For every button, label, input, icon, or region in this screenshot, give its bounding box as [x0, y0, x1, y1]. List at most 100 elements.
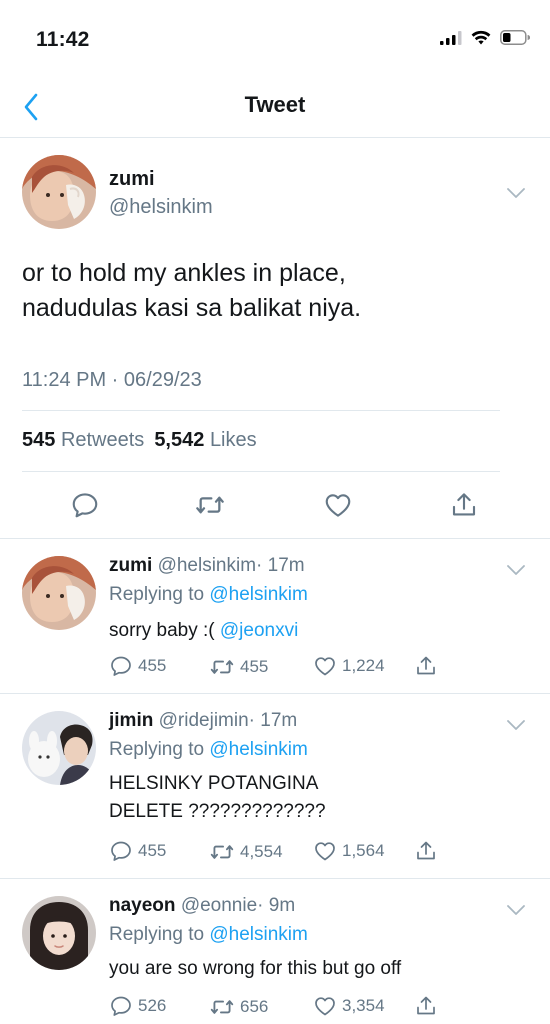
share-button[interactable] — [414, 839, 438, 863]
tweet-stats: 545 Retweets 5,542 Likes — [22, 429, 257, 452]
tweet-text-line: or to hold my ankles in place, — [22, 259, 346, 287]
chevron-down-icon[interactable] — [505, 718, 527, 732]
reply-count: 526 — [138, 996, 167, 1015]
avatar[interactable] — [22, 155, 96, 229]
reply-button[interactable]: 455 — [109, 654, 166, 678]
retweet-button[interactable]: 455 — [209, 654, 268, 680]
reply-count: 455 — [138, 841, 167, 860]
like-icon — [313, 839, 337, 863]
reply-actions: 455 4,554 1,564 — [109, 839, 529, 865]
likes-count: 5,542 — [154, 429, 205, 451]
reply-tweet[interactable]: jimin @ridejimin· 17m Replying to @helsi… — [0, 693, 550, 878]
author-handle[interactable]: @ridejimin — [159, 710, 249, 731]
reply-icon — [70, 490, 100, 520]
avatar[interactable] — [22, 711, 96, 785]
status-bar: 11:42 — [0, 0, 550, 78]
reply-header: jimin @ridejimin· 17m — [109, 710, 297, 732]
replying-to-link[interactable]: @helsinkim — [209, 924, 307, 945]
reply-tweet[interactable]: zumi @helsinkim· 17m Replying to @helsin… — [0, 538, 550, 693]
replying-to-link[interactable]: @helsinkim — [209, 584, 307, 605]
replying-prefix: Replying to — [109, 584, 205, 605]
retweets-count: 545 — [22, 429, 56, 451]
likes-label: Likes — [209, 429, 257, 451]
reply-button[interactable]: 526 — [109, 994, 166, 1018]
chevron-down-icon[interactable] — [505, 903, 527, 917]
share-button[interactable] — [414, 654, 438, 678]
reply-text-line: DELETE ????????????? — [109, 801, 326, 822]
tweet-text: or to hold my ankles in place, nadudulas… — [22, 256, 522, 326]
chevron-down-icon[interactable] — [505, 186, 527, 200]
author-name[interactable]: zumi — [109, 555, 152, 576]
like-count: 1,564 — [342, 841, 385, 860]
tweet-timestamp: 11:24 PM · 06/29/23 — [22, 369, 202, 391]
chevron-down-icon[interactable] — [505, 563, 527, 577]
author-name[interactable]: nayeon — [109, 895, 176, 916]
tweet-actions — [0, 484, 550, 524]
like-icon — [313, 994, 337, 1018]
author-name[interactable]: zumi — [109, 168, 155, 191]
reply-time: · 9m — [257, 895, 296, 916]
retweets-stat[interactable]: 545 Retweets — [22, 429, 144, 452]
author-handle[interactable]: @helsinkim — [109, 196, 213, 219]
share-button[interactable] — [447, 488, 481, 522]
replying-to: Replying to @helsinkim — [109, 584, 308, 606]
wifi-icon — [471, 30, 491, 45]
retweet-count: 4,554 — [240, 842, 283, 861]
mention-link[interactable]: @jeonxvi — [220, 620, 298, 641]
retweet-icon — [209, 839, 235, 865]
author-handle[interactable]: @helsinkim — [158, 555, 256, 576]
navigation-bar: Tweet — [0, 78, 550, 138]
replying-to: Replying to @helsinkim — [109, 739, 308, 761]
author-name[interactable]: jimin — [109, 710, 153, 731]
reply-header: nayeon @eonnie· 9m — [109, 895, 295, 917]
like-icon — [323, 490, 353, 520]
retweet-icon — [194, 489, 226, 521]
divider — [22, 410, 500, 411]
reply-time: · 17m — [256, 555, 305, 576]
retweets-label: Retweets — [60, 429, 145, 451]
main-tweet: zumi @helsinkim or to hold my ankles in … — [0, 138, 550, 538]
like-button[interactable] — [321, 488, 355, 522]
share-icon — [414, 839, 438, 863]
tweet-text-line: nadudulas kasi sa balikat niya. — [22, 294, 362, 322]
like-count: 3,354 — [342, 996, 385, 1015]
likes-stat[interactable]: 5,542 Likes — [154, 429, 256, 452]
like-count: 1,224 — [342, 656, 385, 675]
status-time: 11:42 — [36, 28, 90, 51]
reply-text: HELSINKY POTANGINA DELETE ????????????? — [109, 770, 326, 826]
reply-text-line: HELSINKY POTANGINA — [109, 773, 319, 794]
reply-header: zumi @helsinkim· 17m — [109, 555, 305, 577]
retweet-icon — [209, 994, 235, 1020]
share-icon — [414, 654, 438, 678]
reply-text-content: sorry baby :( — [109, 620, 215, 641]
like-button[interactable]: 1,224 — [313, 654, 385, 678]
retweet-count: 455 — [240, 657, 269, 676]
signal-icon — [440, 30, 462, 45]
reply-count: 455 — [138, 656, 167, 675]
reply-button[interactable] — [68, 488, 102, 522]
reply-icon — [109, 994, 133, 1018]
replying-to-link[interactable]: @helsinkim — [209, 739, 307, 760]
like-button[interactable]: 3,354 — [313, 994, 385, 1018]
reply-time: · 17m — [248, 710, 298, 731]
retweet-button[interactable]: 4,554 — [209, 839, 283, 865]
avatar[interactable] — [22, 556, 96, 630]
battery-icon — [500, 30, 530, 45]
like-button[interactable]: 1,564 — [313, 839, 385, 863]
share-icon — [449, 490, 479, 520]
reply-text: you are so wrong for this but go off — [109, 958, 402, 979]
reply-actions: 526 656 3,354 — [109, 994, 529, 1020]
retweet-icon — [209, 654, 235, 680]
replying-to: Replying to @helsinkim — [109, 924, 308, 946]
reply-button[interactable]: 455 — [109, 839, 166, 863]
share-icon — [414, 994, 438, 1018]
author-handle[interactable]: @eonnie — [181, 895, 257, 916]
divider — [22, 471, 500, 472]
avatar[interactable] — [22, 896, 96, 970]
replying-prefix: Replying to — [109, 739, 205, 760]
reply-tweet[interactable]: nayeon @eonnie· 9m Replying to @helsinki… — [0, 878, 550, 1024]
retweet-button[interactable]: 656 — [209, 994, 268, 1020]
retweet-button[interactable] — [193, 488, 227, 522]
page-title: Tweet — [244, 92, 306, 117]
share-button[interactable] — [414, 994, 438, 1018]
